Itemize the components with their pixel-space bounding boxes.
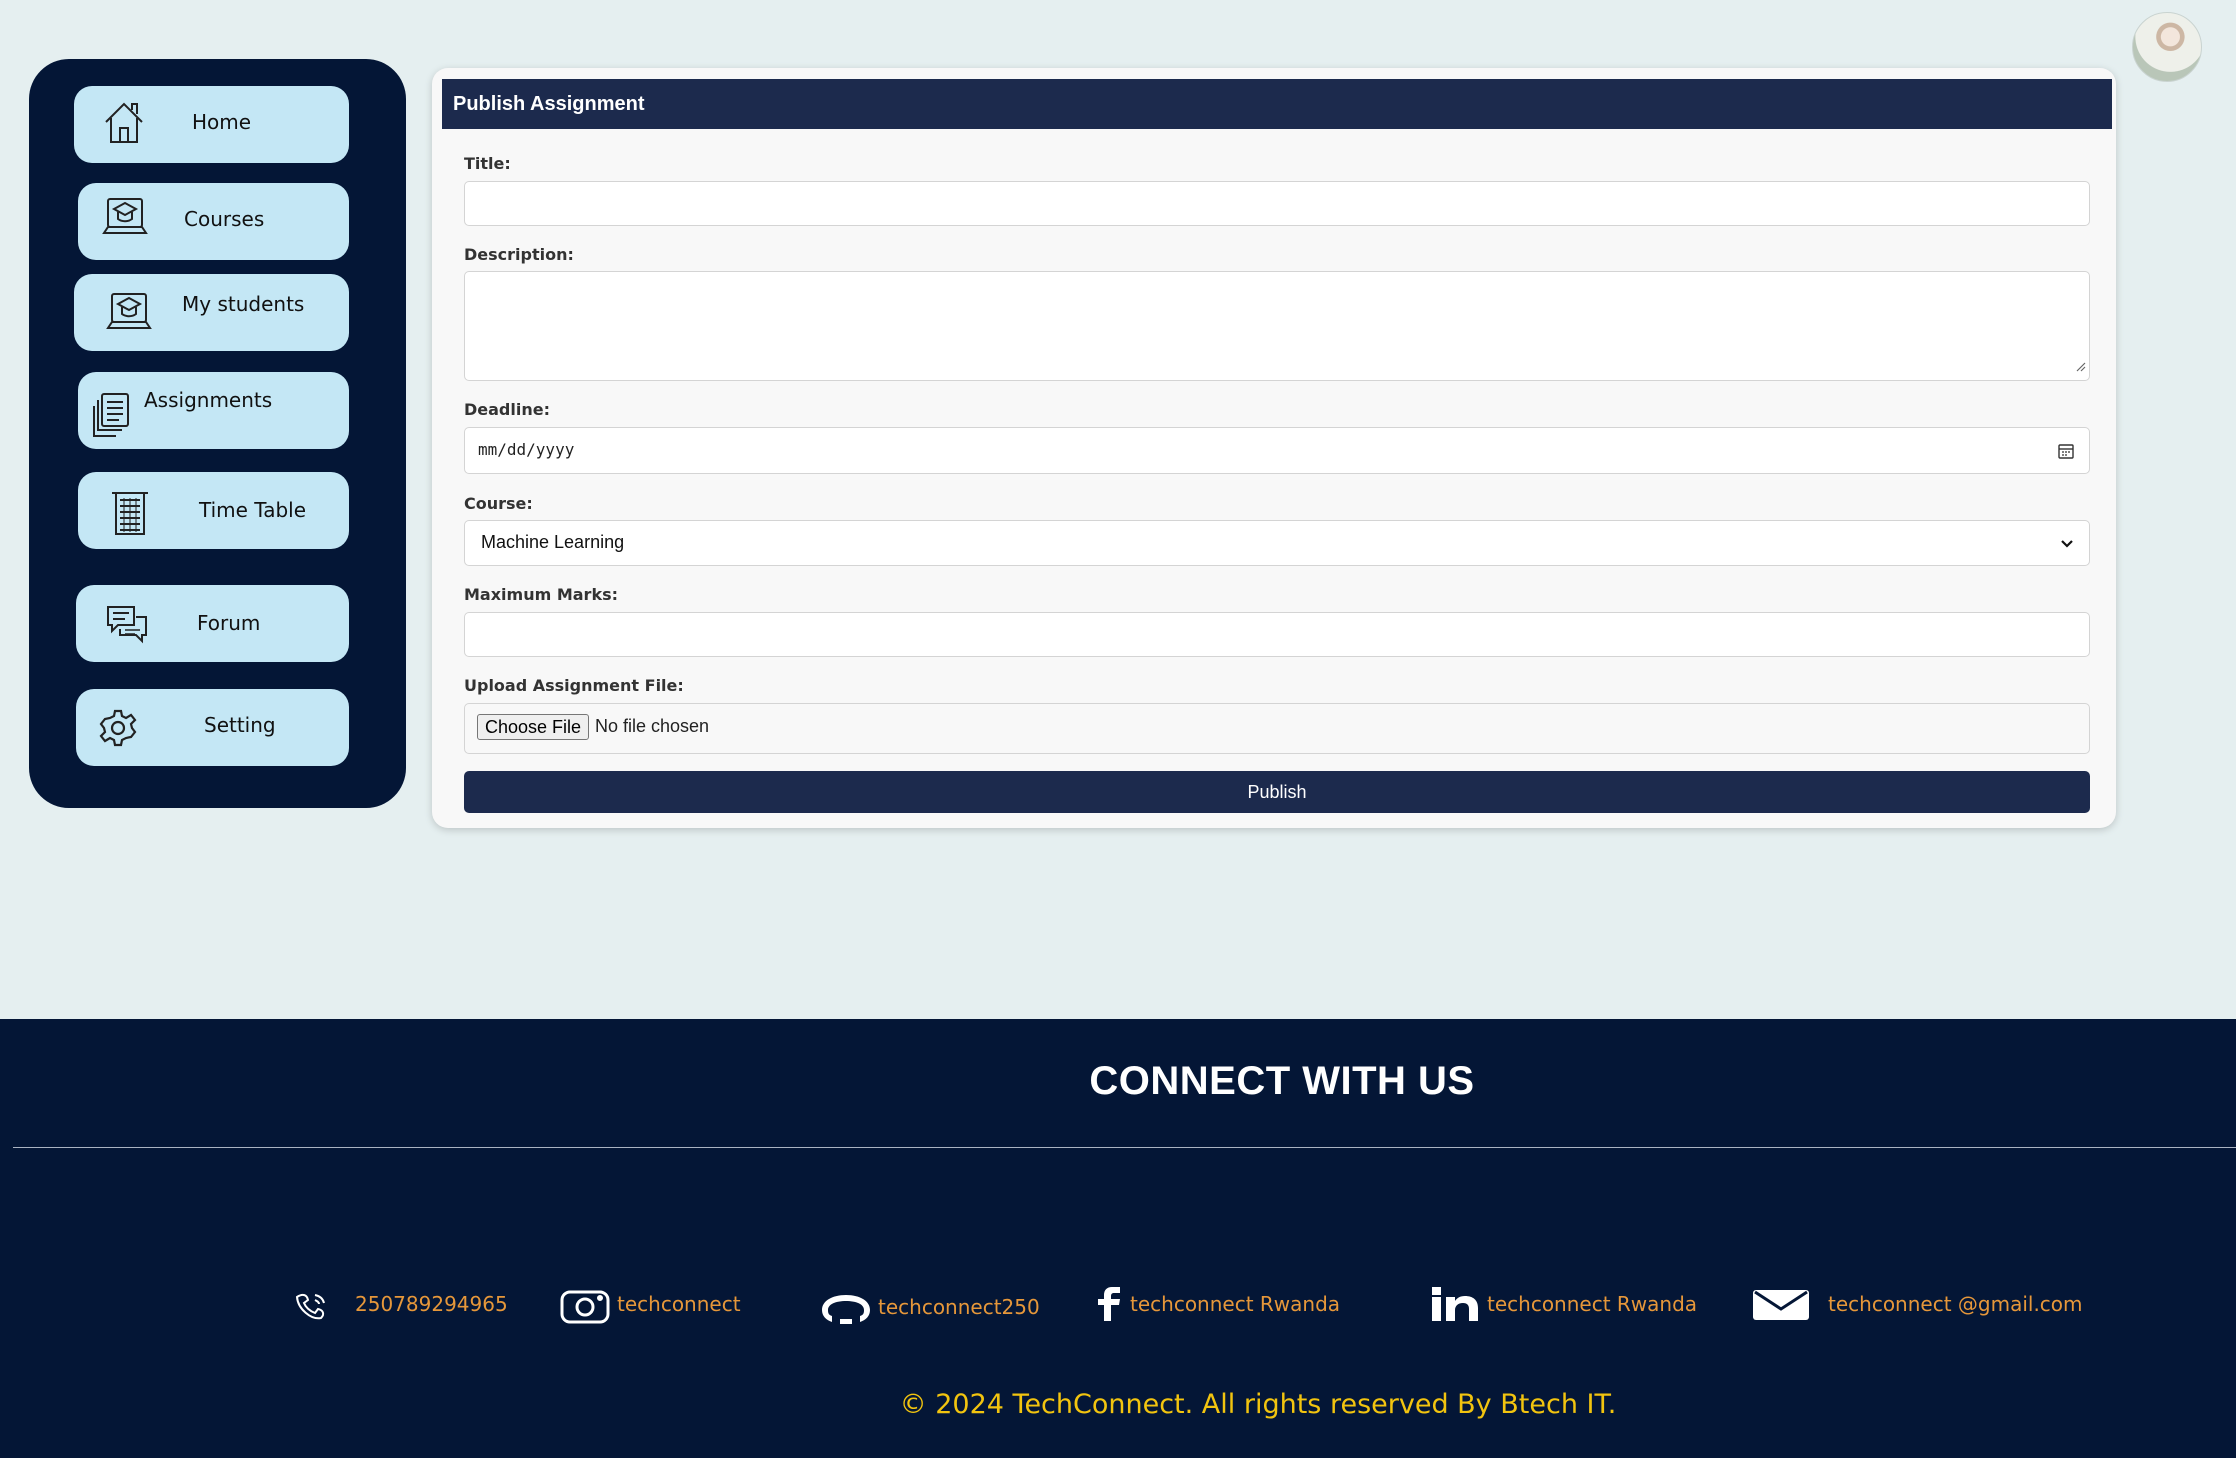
sidebar-item-label: Home [192,110,252,134]
email-icon [1752,1289,1810,1325]
user-avatar[interactable] [2132,12,2202,82]
sidebar-item-label: Courses [184,207,265,231]
sidebar-item-label: Assignments [144,388,273,412]
sidebar: Home Courses My students Assignments Tim… [29,59,406,808]
contact-instagram-text: techconnect [617,1292,741,1316]
deadline-placeholder: mm/dd/yyyy [478,440,575,459]
footer-title: CONNECT WITH US [1089,1059,1475,1103]
sidebar-item-setting[interactable]: Setting [76,689,349,766]
choose-file-button[interactable]: Choose File [477,714,590,740]
title-label: Title: [464,154,511,173]
phone-icon [293,1291,331,1325]
documents-icon [92,390,132,438]
chat-bubbles-icon [106,603,148,647]
course-label: Course: [464,494,533,513]
linkedin-icon [1430,1287,1482,1325]
sidebar-item-label: Time Table [199,498,307,522]
sidebar-item-label: Forum [197,611,261,635]
chevron-down-icon [2059,536,2075,557]
course-selected-value: Machine Learning [481,532,625,552]
timetable-icon [110,490,150,536]
gear-icon [98,708,138,748]
contact-linkedin-text: techconnect Rwanda [1487,1292,1698,1316]
github-icon [820,1293,872,1329]
deadline-date-input[interactable]: mm/dd/yyyy [464,427,2090,474]
sidebar-item-forum[interactable]: Forum [76,585,349,662]
max-marks-input[interactable] [464,612,2090,657]
resize-handle-icon[interactable] [2074,356,2086,377]
laptop-graduation-icon [106,288,152,336]
description-label: Description: [464,245,574,264]
contact-github-text: techconnect250 [878,1295,1040,1319]
contact-facebook-text: techconnect Rwanda [1130,1292,1341,1316]
description-textarea[interactable] [464,271,2090,381]
copyright-text: © 2024 TechConnect. All rights reserved … [899,1389,1617,1420]
course-select[interactable]: Machine Learning [464,520,2090,566]
sidebar-item-label: My students [182,292,305,316]
no-file-text: No file chosen [595,716,710,736]
sidebar-item-my-students[interactable]: My students [74,274,349,351]
max-marks-label: Maximum Marks: [464,585,618,604]
upload-label: Upload Assignment File: [464,676,684,695]
laptop-graduation-icon [102,193,148,241]
facebook-icon [1094,1287,1124,1325]
sidebar-item-courses[interactable]: Courses [78,183,349,260]
deadline-label: Deadline: [464,400,550,419]
upload-file-input[interactable]: Choose File No file chosen [464,703,2090,754]
contact-email-text: techconnect @gmail.com [1828,1292,2083,1316]
title-input[interactable] [464,181,2090,226]
sidebar-item-time-table[interactable]: Time Table [78,472,349,549]
calendar-icon[interactable] [2057,442,2075,465]
contact-phone-text: 250789294965 [355,1292,508,1316]
footer-divider [13,1147,2236,1148]
sidebar-item-assignments[interactable]: Assignments [78,372,349,449]
publish-button[interactable]: Publish [464,771,2090,813]
card-header: Publish Assignment [442,79,2112,129]
sidebar-item-home[interactable]: Home [74,86,349,163]
footer: CONNECT WITH US 250789294965 techconnect… [0,1019,2236,1458]
sidebar-item-label: Setting [204,713,276,737]
instagram-icon [560,1290,610,1328]
home-icon [102,98,146,146]
